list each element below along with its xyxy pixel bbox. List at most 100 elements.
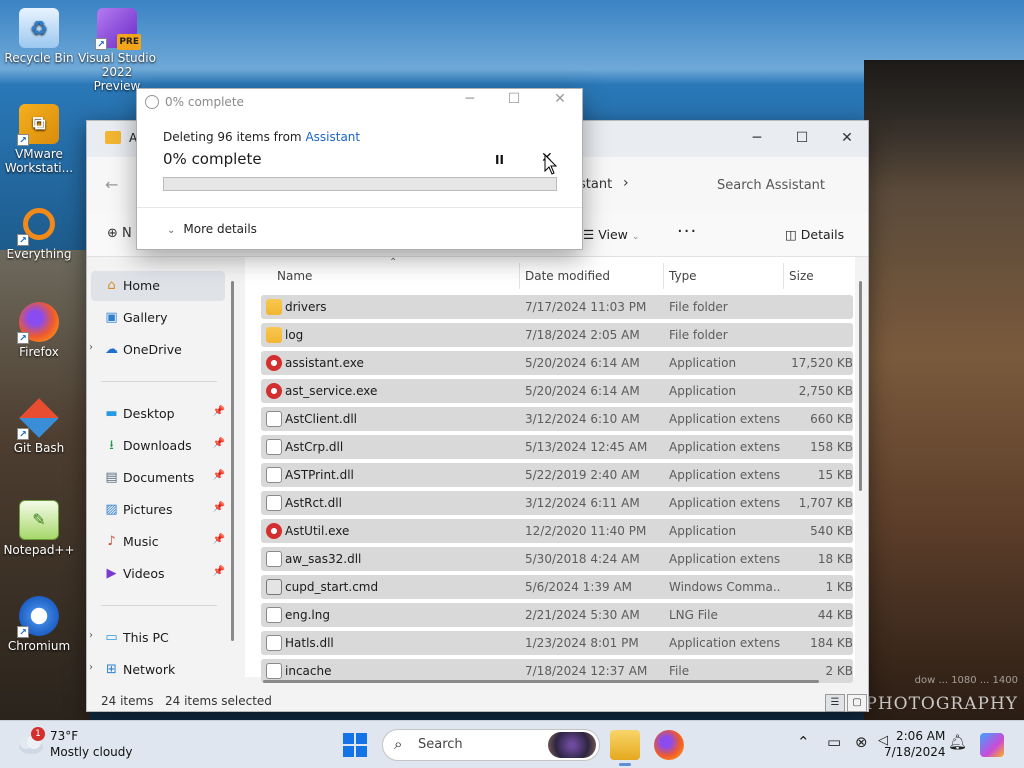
more-options-button[interactable]: ··· xyxy=(677,221,697,242)
nav-item-network[interactable]: › ⊞ Network xyxy=(89,655,225,685)
nav-item-home[interactable]: ⌂ Home xyxy=(91,271,225,301)
desktop-icon-vmware[interactable]: ⧉ ↗ VMware Workstati... xyxy=(0,104,78,175)
desktop-icon-label: Everything xyxy=(6,247,72,261)
nav-item-desktop[interactable]: ▬ Desktop 📌 xyxy=(91,399,225,429)
pin-icon[interactable]: 📌 xyxy=(213,502,225,513)
folder-icon xyxy=(266,299,282,315)
nav-item-pictures[interactable]: ▨ Pictures 📌 xyxy=(91,495,225,525)
column-divider[interactable] xyxy=(519,263,520,289)
table-row[interactable]: drivers 7/17/2024 11:03 PM File folder xyxy=(261,295,853,319)
watermark-subtext: dow ... 1080 ... 1400 xyxy=(914,675,1018,686)
close-button[interactable]: ✕ xyxy=(827,125,867,151)
file-size: 2,750 KB xyxy=(798,384,853,398)
nav-item-documents[interactable]: ▤ Documents 📌 xyxy=(91,463,225,493)
destination-link[interactable]: Assistant xyxy=(305,130,360,144)
display-icon[interactable]: ▭ xyxy=(827,733,841,751)
copilot-icon[interactable] xyxy=(980,733,1004,757)
file-explorer-taskbar-icon[interactable] xyxy=(610,730,640,766)
weather-temperature[interactable]: 73°F xyxy=(50,729,78,743)
table-row[interactable]: eng.lng 2/21/2024 5:30 AM LNG File 44 KB xyxy=(261,603,853,627)
taskbar-search[interactable]: ⌕ Search xyxy=(382,729,600,761)
dialog-minimize-button[interactable]: ─ xyxy=(455,91,485,107)
table-row[interactable]: AstClient.dll 3/12/2024 6:10 AM Applicatio… xyxy=(261,407,853,431)
view-button[interactable]: ☰ View ⌄ xyxy=(583,227,639,242)
network-icon[interactable]: ⊗ xyxy=(855,733,868,751)
nav-scrollbar[interactable] xyxy=(231,281,234,641)
new-button[interactable]: ⊕ N xyxy=(107,226,132,241)
table-row[interactable]: cupd_start.cmd 5/6/2024 1:39 AM Windows Co… xyxy=(261,575,853,599)
file-size: 1,707 KB xyxy=(798,496,853,510)
pin-icon[interactable]: 📌 xyxy=(213,438,225,449)
chevron-right-icon[interactable]: › xyxy=(623,175,629,191)
table-row[interactable]: AstUtil.exe 12/2/2020 11:40 PM Application… xyxy=(261,519,853,543)
column-divider[interactable] xyxy=(783,263,784,289)
file-type: Application extens... xyxy=(669,552,781,566)
pin-icon[interactable]: 📌 xyxy=(213,406,225,417)
desktop-icon-label: Firefox xyxy=(19,345,59,359)
table-row[interactable]: AstCrp.dll 5/13/2024 12:45 AM Application … xyxy=(261,435,853,459)
expand-chevron-icon[interactable]: › xyxy=(89,342,93,353)
start-button[interactable] xyxy=(343,733,367,757)
desktop-icon-recycle-bin[interactable]: ♻ Recycle Bin xyxy=(0,8,78,65)
nav-item-this-pc[interactable]: › ▭ This PC xyxy=(89,623,225,653)
show-hidden-icons-chevron[interactable]: ⌃ xyxy=(797,733,810,751)
file-size: 1 KB xyxy=(825,580,853,594)
file-list-vertical-scrollbar[interactable] xyxy=(859,281,862,491)
desktop-icon-notepad-plus-plus[interactable]: ✎ Notepad++ xyxy=(0,500,78,557)
desktop-icon-git-bash[interactable]: ↗ Git Bash xyxy=(0,398,78,455)
details-pane-button[interactable]: ◫ Details xyxy=(785,227,844,242)
nav-label: Network xyxy=(123,662,176,677)
table-row[interactable]: ast_service.exe 5/20/2024 6:14 AM Applicat… xyxy=(261,379,853,403)
clock-date[interactable]: 7/18/2024 xyxy=(884,745,946,759)
firefox-icon: ↗ xyxy=(17,302,59,344)
desktop-icon-label: Chromium xyxy=(7,639,71,653)
column-header-date[interactable]: Date modified xyxy=(525,257,610,293)
desktop-icon-everything[interactable]: ↗ Everything xyxy=(0,204,78,261)
tiles-view-toggle[interactable]: ▢ xyxy=(847,694,867,712)
nav-item-gallery[interactable]: ▣ Gallery xyxy=(91,303,225,333)
column-header-name[interactable]: Name xyxy=(277,257,312,293)
nav-item-onedrive[interactable]: › ☁ OneDrive xyxy=(89,335,225,365)
search-input[interactable]: Search Assistant xyxy=(699,171,869,201)
file-name: AstCrp.dll xyxy=(285,440,344,454)
back-arrow-icon[interactable]: ← xyxy=(105,175,118,194)
firefox-taskbar-icon[interactable] xyxy=(654,730,684,760)
desktop-icon-visual-studio[interactable]: PRE ↗ Visual Studio 2022 Preview xyxy=(78,8,156,93)
file-name: cupd_start.cmd xyxy=(285,580,379,594)
file-date: 5/6/2024 1:39 AM xyxy=(525,580,633,594)
more-details-toggle[interactable]: ⌄ More details xyxy=(167,222,257,236)
notification-bell-icon[interactable]: 🔔︎ xyxy=(948,733,967,751)
clock-time[interactable]: 2:06 AM xyxy=(896,729,945,743)
desktop-icon-firefox[interactable]: ↗ Firefox xyxy=(0,302,78,359)
expand-chevron-icon[interactable]: › xyxy=(89,630,93,641)
nav-item-downloads[interactable]: ⭳ Downloads 📌 xyxy=(91,431,225,461)
maximize-button[interactable]: ☐ xyxy=(782,125,822,151)
minimize-button[interactable]: ─ xyxy=(737,125,777,151)
dialog-close-button[interactable]: ✕ xyxy=(545,91,575,107)
table-row[interactable]: AstRct.dll 3/12/2024 6:11 AM Application e… xyxy=(261,491,853,515)
pin-icon[interactable]: 📌 xyxy=(213,566,225,577)
column-header-size[interactable]: Size xyxy=(789,257,814,293)
breadcrumb[interactable]: stant xyxy=(579,177,612,192)
dialog-maximize-button[interactable]: ☐ xyxy=(499,91,529,107)
weather-condition[interactable]: Mostly cloudy xyxy=(50,745,133,759)
expand-chevron-icon[interactable]: › xyxy=(89,662,93,673)
pause-button[interactable]: II xyxy=(495,153,504,167)
pin-icon[interactable]: 📌 xyxy=(213,470,225,481)
file-date: 5/20/2024 6:14 AM xyxy=(525,384,640,398)
table-row[interactable]: log 7/18/2024 2:05 AM File folder xyxy=(261,323,853,347)
column-divider[interactable] xyxy=(663,263,664,289)
file-list-pane: ⌃ Name Date modified Type Size drivers 7/… xyxy=(245,257,855,683)
desktop-icon-chromium[interactable]: ↗ Chromium xyxy=(0,596,78,653)
nav-item-music[interactable]: ♪ Music 📌 xyxy=(91,527,225,557)
table-row[interactable]: Hatls.dll 1/23/2024 8:01 PM Application ex… xyxy=(261,631,853,655)
file-list-horizontal-scrollbar[interactable] xyxy=(263,680,819,683)
table-row[interactable]: ASTPrint.dll 5/22/2019 2:40 AM Application… xyxy=(261,463,853,487)
table-row[interactable]: assistant.exe 5/20/2024 6:14 AM Applicatio… xyxy=(261,351,853,375)
desktop-icon-label: Visual Studio 2022 Preview xyxy=(78,51,156,93)
table-row[interactable]: aw_sas32.dll 5/30/2018 4:24 AM Application… xyxy=(261,547,853,571)
nav-item-videos[interactable]: ▶ Videos 📌 xyxy=(91,559,226,589)
pin-icon[interactable]: 📌 xyxy=(213,534,225,545)
column-header-type[interactable]: Type xyxy=(669,257,697,293)
details-view-toggle[interactable]: ☰ xyxy=(825,694,845,712)
